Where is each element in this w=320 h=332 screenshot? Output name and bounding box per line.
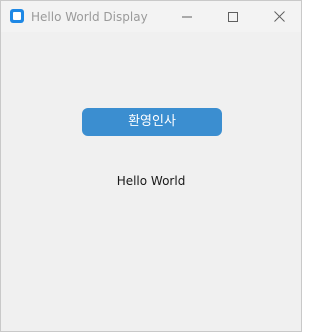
app-window: Hello World Display 환영인사 Hello World [0,0,302,332]
output-label: Hello World [116,174,186,188]
greet-button[interactable]: 환영인사 [82,108,222,136]
close-icon [273,11,285,22]
minimize-button[interactable] [164,1,210,32]
close-button[interactable] [256,1,301,32]
main-content: 환영인사 Hello World [1,32,301,331]
maximize-icon [228,11,238,22]
maximize-button[interactable] [210,1,256,32]
app-icon [10,9,24,23]
title-bar[interactable]: Hello World Display [1,1,301,32]
window-title: Hello World Display [31,10,148,24]
minimize-icon [182,16,192,17]
